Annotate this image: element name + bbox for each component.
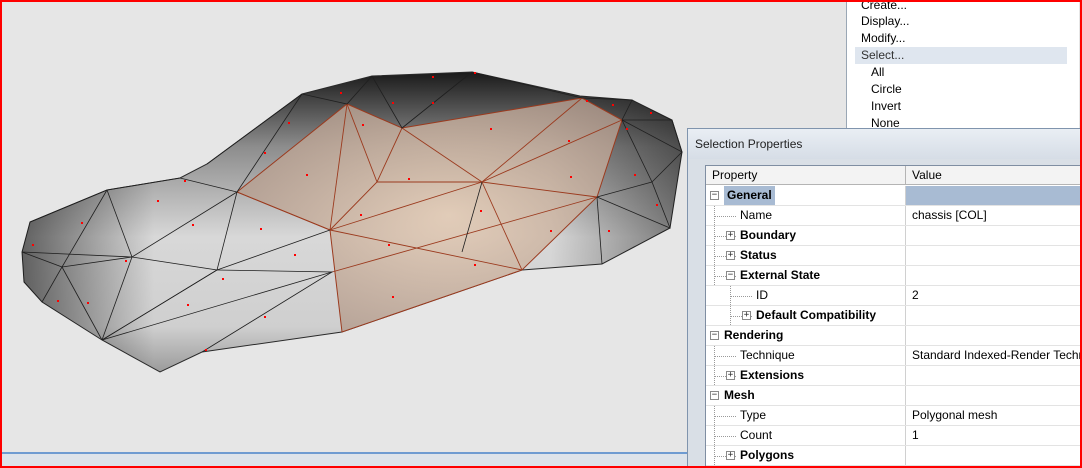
status-strip xyxy=(2,452,702,468)
column-header-property[interactable]: Property xyxy=(706,166,906,185)
property-name-cell[interactable]: Type xyxy=(706,406,906,425)
property-name-cell[interactable]: − General xyxy=(706,186,906,205)
property-label: ID xyxy=(756,288,768,302)
property-label: Name xyxy=(740,208,773,222)
property-row[interactable]: + Default Compatibility xyxy=(706,306,1080,326)
property-row[interactable]: Name chassis [COL] xyxy=(706,206,1080,226)
expand-icon[interactable]: + xyxy=(726,451,735,460)
tree-connector xyxy=(714,216,736,217)
collapse-icon[interactable]: − xyxy=(710,191,719,200)
property-value-cell[interactable]: chassis [COL] xyxy=(912,206,987,225)
tree-connector xyxy=(714,436,736,437)
property-name-cell[interactable]: + Default Compatibility xyxy=(706,306,906,325)
property-label: Rendering xyxy=(724,328,784,342)
property-label: Default Compatibility xyxy=(756,308,877,322)
property-name-cell[interactable]: + Extensions xyxy=(706,366,906,385)
property-label: Mesh xyxy=(724,388,755,402)
menu-item-create[interactable]: Create... xyxy=(861,0,907,14)
selection-properties-dialog: Selection Properties Property Value − Gen… xyxy=(687,128,1081,467)
property-value-cell[interactable]: 2 xyxy=(912,286,919,305)
tree-connector xyxy=(714,416,736,417)
context-menu: Create... Display... Modify... Select...… xyxy=(846,0,1079,130)
menu-item-display[interactable]: Display... xyxy=(861,13,909,30)
property-value-cell[interactable]: 1 xyxy=(912,426,919,445)
property-name-cell[interactable]: + Boundary xyxy=(706,226,906,245)
property-value-cell[interactable]: Polygonal mesh xyxy=(912,406,997,425)
property-label: Boundary xyxy=(740,228,797,242)
property-row[interactable]: + Polygons xyxy=(706,446,1080,466)
property-label: Technique xyxy=(740,348,795,362)
property-name-cell[interactable]: Technique xyxy=(706,346,906,365)
property-name-cell[interactable]: − Mesh xyxy=(706,386,906,405)
submenu-item-circle[interactable]: Circle xyxy=(871,81,902,98)
expand-icon[interactable]: + xyxy=(726,231,735,240)
tree-connector xyxy=(730,296,752,297)
expand-icon[interactable]: + xyxy=(726,371,735,380)
property-label: Polygons xyxy=(740,448,795,462)
property-name-cell[interactable]: + Status xyxy=(706,246,906,265)
property-name-cell[interactable]: − Rendering xyxy=(706,326,906,345)
property-row[interactable]: − External State xyxy=(706,266,1080,286)
property-label: General xyxy=(724,186,775,205)
property-label: Type xyxy=(740,408,767,422)
property-label: Status xyxy=(740,248,777,262)
collapse-icon[interactable]: − xyxy=(710,331,719,340)
property-name-cell[interactable]: Name xyxy=(706,206,906,225)
property-name-cell[interactable]: Count xyxy=(706,426,906,445)
property-label: External State xyxy=(740,268,821,282)
property-row[interactable]: + Boundary xyxy=(706,226,1080,246)
property-name-cell[interactable]: + Polygons xyxy=(706,446,906,465)
property-row[interactable]: Type Polygonal mesh xyxy=(706,406,1080,426)
property-name-cell[interactable]: ID xyxy=(706,286,906,305)
expand-icon[interactable]: + xyxy=(726,251,735,260)
menu-item-modify[interactable]: Modify... xyxy=(861,30,905,47)
expand-icon[interactable]: + xyxy=(742,311,751,320)
menu-item-select[interactable]: Select... xyxy=(855,47,1067,64)
submenu-item-invert[interactable]: Invert xyxy=(871,98,901,115)
collapse-icon[interactable]: − xyxy=(710,391,719,400)
property-label: Count xyxy=(740,428,773,442)
tree-connector xyxy=(714,356,736,357)
collapse-icon[interactable]: − xyxy=(726,271,735,280)
property-label: Extensions xyxy=(740,368,805,382)
property-grid: Property Value − General Name chassis [COL]… xyxy=(705,165,1081,467)
property-value-cell[interactable]: Standard Indexed-Render Technique xyxy=(912,346,1080,365)
property-row[interactable]: ID 2 xyxy=(706,286,1080,306)
property-row[interactable]: Technique Standard Indexed-Render Techniq… xyxy=(706,346,1080,366)
property-row[interactable]: + Extensions xyxy=(706,366,1080,386)
submenu-item-all[interactable]: All xyxy=(871,64,884,81)
category-row[interactable]: − Mesh xyxy=(706,386,1080,406)
category-row[interactable]: − Rendering xyxy=(706,326,1080,346)
column-header-value[interactable]: Value xyxy=(906,166,1080,185)
property-row[interactable]: + Status xyxy=(706,246,1080,266)
category-row[interactable]: − General xyxy=(706,186,1080,206)
property-value-cell[interactable] xyxy=(906,186,1080,205)
property-name-cell[interactable]: − External State xyxy=(706,266,906,285)
property-row[interactable]: Count 1 xyxy=(706,426,1080,446)
dialog-title[interactable]: Selection Properties xyxy=(688,129,1081,159)
